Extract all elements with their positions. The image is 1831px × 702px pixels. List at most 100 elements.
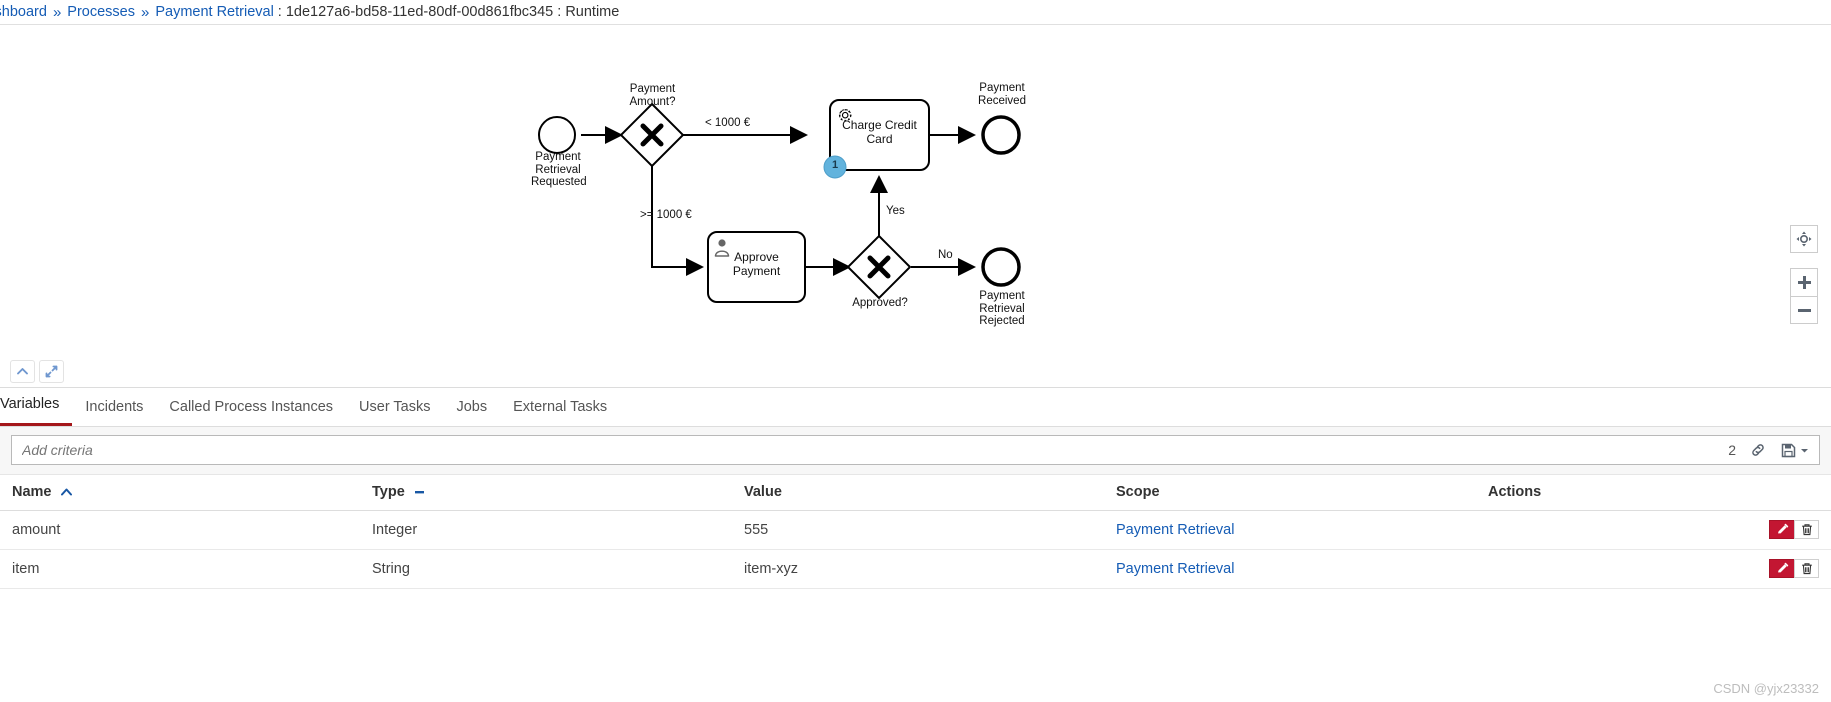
row-action-group xyxy=(1769,520,1819,539)
cell-variable-name: amount xyxy=(0,510,372,550)
activity-instance-badge-count: 1 xyxy=(831,159,839,171)
save-filter-button[interactable] xyxy=(1781,443,1809,458)
table-row[interactable]: amount Integer 555 Payment Retrieval xyxy=(0,510,1831,550)
table-header-row: Name Type Value Scope Actions xyxy=(0,475,1831,511)
trash-icon xyxy=(1801,524,1812,536)
breadcrumb-dashboard[interactable]: Dashboard xyxy=(0,4,47,20)
end-rejected-label-line1: Payment xyxy=(979,290,1025,302)
delete-variable-button[interactable] xyxy=(1794,520,1819,539)
start-event-payment-retrieval-requested[interactable] xyxy=(538,116,576,154)
gateway-payment-amount-label: Payment Amount? xyxy=(620,83,685,108)
row-action-group xyxy=(1769,559,1819,578)
caret-down-icon xyxy=(1801,448,1808,452)
gateway-payment-amount[interactable] xyxy=(619,102,685,168)
task-charge-credit-card-label: Charge Credit Card xyxy=(833,118,926,146)
end-received-label-line1: Payment xyxy=(979,82,1025,94)
plus-icon xyxy=(1797,276,1811,289)
pencil-icon xyxy=(1777,523,1788,534)
start-event-label-line3: Requested xyxy=(531,176,587,188)
start-event-label-line1: Payment xyxy=(535,151,581,163)
column-header-actions: Actions xyxy=(1488,475,1831,511)
pencil-icon xyxy=(1777,562,1788,573)
tab-jobs[interactable]: Jobs xyxy=(443,399,500,426)
flow-label-yes: Yes xyxy=(886,205,905,217)
breadcrumb-instance-id: 1de127a6-bd58-11ed-80df-00d861fbc345 : R… xyxy=(285,4,620,20)
cell-variable-scope: Payment Retrieval xyxy=(1116,549,1488,589)
criteria-bar-zone: 2 xyxy=(0,427,1831,475)
cell-variable-value: 555 xyxy=(744,510,1116,550)
breadcrumb-separator: » xyxy=(52,3,62,21)
diagram-expand-button[interactable] xyxy=(39,360,64,383)
diagram-zoom-in-button[interactable] xyxy=(1790,268,1818,296)
breadcrumb-colon: : xyxy=(277,4,282,20)
column-header-type[interactable]: Type xyxy=(372,475,744,511)
variables-table: Name Type Value Scope Actions amount Int… xyxy=(0,475,1831,589)
start-event-label-line2: Retrieval xyxy=(535,163,581,176)
column-header-scope[interactable]: Scope xyxy=(1116,475,1488,511)
diagram-reset-zoom-button[interactable] xyxy=(1790,225,1818,253)
start-event-label: Payment Retrieval Requested xyxy=(531,151,587,189)
chevron-up-icon xyxy=(17,368,28,375)
watermark: CSDN @yjx23332 xyxy=(1713,681,1819,696)
chevron-up-icon xyxy=(60,488,72,496)
end-received-label-line2: Received xyxy=(978,94,1026,107)
cell-variable-type: Integer xyxy=(372,510,744,550)
detail-tabs: Variables Incidents Called Process Insta… xyxy=(0,388,1831,427)
cell-variable-value: item-xyz xyxy=(744,549,1116,589)
variables-table-body: amount Integer 555 Payment Retrieval ite… xyxy=(0,510,1831,589)
tab-incidents[interactable]: Incidents xyxy=(72,399,156,426)
cell-variable-scope: Payment Retrieval xyxy=(1116,510,1488,550)
breadcrumb-process-name[interactable]: Payment Retrieval xyxy=(155,4,273,20)
trash-icon xyxy=(1801,563,1812,575)
tab-external-tasks[interactable]: External Tasks xyxy=(500,399,620,426)
copy-link-button[interactable] xyxy=(1750,442,1766,458)
criteria-search-box[interactable]: 2 xyxy=(11,435,1820,465)
variables-table-head: Name Type Value Scope Actions xyxy=(0,475,1831,511)
breadcrumb-processes[interactable]: Processes xyxy=(67,4,135,20)
diagram-control-buttons xyxy=(10,360,64,383)
column-header-value[interactable]: Value xyxy=(744,475,1116,511)
breadcrumb-separator-2: » xyxy=(140,3,150,21)
end-rejected-label-line2: Retrieval xyxy=(979,302,1025,315)
diagram-zoom-out-button[interactable] xyxy=(1790,296,1818,324)
result-count: 2 xyxy=(1728,442,1736,458)
flow-label-no: No xyxy=(938,249,953,261)
task-approve-label-line2: Payment xyxy=(732,264,781,278)
end-event-payment-received[interactable] xyxy=(981,115,1021,155)
cell-variable-type: String xyxy=(372,549,744,589)
edit-variable-button[interactable] xyxy=(1769,520,1794,539)
edit-variable-button[interactable] xyxy=(1769,559,1794,578)
table-row[interactable]: item String item-xyz Payment Retrieval xyxy=(0,549,1831,589)
task-approve-label-line1: Approve xyxy=(734,250,779,264)
gateway-approved-label: Approved? xyxy=(852,297,908,309)
cell-variable-name: item xyxy=(0,549,372,589)
end-event-payment-received-label: Payment Received xyxy=(974,82,1030,107)
cell-actions xyxy=(1488,549,1831,589)
scope-link[interactable]: Payment Retrieval xyxy=(1116,561,1234,577)
expand-diagonal-icon xyxy=(45,365,58,378)
tab-user-tasks[interactable]: User Tasks xyxy=(346,399,443,426)
tab-called-process-instances[interactable]: Called Process Instances xyxy=(156,399,346,426)
minus-icon xyxy=(1797,308,1811,312)
gateway-approved[interactable] xyxy=(846,234,912,300)
task-charge-label-line1: Charge Credit xyxy=(842,118,917,132)
task-charge-label-line2: Card xyxy=(866,132,893,146)
bpmn-diagram-canvas[interactable]: Payment Retrieval Requested Payment Amou… xyxy=(0,24,1831,388)
cell-actions xyxy=(1488,510,1831,550)
delete-variable-button[interactable] xyxy=(1794,559,1819,578)
search-input[interactable] xyxy=(22,442,1729,458)
end-rejected-label-line3: Rejected xyxy=(979,315,1025,327)
column-header-name[interactable]: Name xyxy=(0,475,372,511)
gateway1-label-line2: Amount? xyxy=(629,95,676,108)
crosshair-icon xyxy=(1796,231,1812,247)
diagram-collapse-button[interactable] xyxy=(10,360,35,383)
scope-link[interactable]: Payment Retrieval xyxy=(1116,522,1234,538)
minus-icon xyxy=(414,491,424,494)
tab-variables[interactable]: Variables xyxy=(0,396,73,426)
bpmn-diagram-svg xyxy=(538,99,1021,303)
flow-label-less-than-1000: < 1000 € xyxy=(705,117,751,129)
flow-label-gte-1000: >= 1000 € xyxy=(640,209,692,221)
end-event-payment-retrieval-rejected[interactable] xyxy=(981,247,1021,287)
column-header-type-label: Type xyxy=(372,484,405,500)
end-event-rejected-label: Payment Retrieval Rejected xyxy=(974,290,1030,328)
